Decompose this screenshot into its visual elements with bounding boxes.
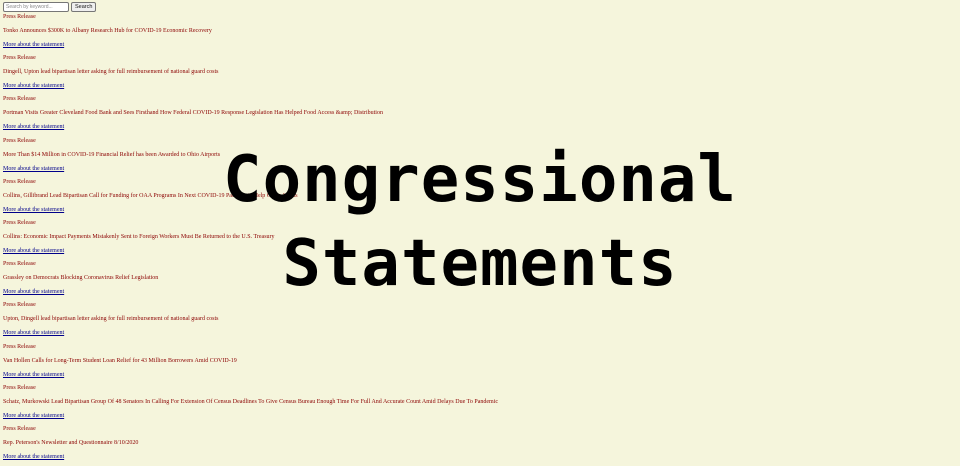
more-about-link[interactable]: More about the statement [3, 412, 64, 420]
more-about-link[interactable]: More about the statement [3, 165, 64, 173]
more-about-link[interactable]: More about the statement [3, 247, 64, 255]
more-about-link[interactable]: More about the statement [3, 329, 64, 337]
search-bar: Search [3, 2, 97, 12]
statement-type: Press Release [3, 96, 36, 103]
list-item: Press Release Upton, Dingell lead bipart… [3, 301, 943, 342]
list-item: Press Release Tonko Announces $300K to A… [3, 13, 943, 54]
statement-title: Upton, Dingell lead bipartisan letter as… [3, 316, 219, 323]
list-item: Press Release Portman Visits Greater Cle… [3, 95, 943, 136]
more-about-link[interactable]: More about the statement [3, 82, 64, 90]
statement-type: Press Release [3, 219, 36, 226]
statement-type: Press Release [3, 302, 36, 309]
statement-title: Tonko Announces $300K to Albany Research… [3, 28, 212, 34]
list-item: Press Release Rep. Peterson's Newsletter… [3, 425, 943, 466]
statement-type: Press Release [3, 425, 36, 432]
statement-title: Collins, Gillibrand Lead Bipartisan Call… [3, 192, 298, 199]
more-about-link[interactable]: More about the statement [3, 123, 64, 131]
list-item: Press Release Collins: Economic Impact P… [3, 219, 943, 260]
statement-title: Collins: Economic Impact Payments Mistak… [3, 233, 275, 240]
statement-title: Rep. Peterson's Newsletter and Questionn… [3, 439, 139, 446]
more-about-link[interactable]: More about the statement [3, 206, 64, 214]
search-input[interactable] [3, 2, 69, 12]
statement-type: Press Release [3, 137, 36, 144]
list-item: Press Release Van Hollen Calls for Long-… [3, 343, 943, 384]
list-item: Press Release More Than $14 Million in C… [3, 137, 943, 178]
statement-title: Schatz, Murkowski Lead Bipartisan Group … [3, 398, 499, 405]
search-button[interactable]: Search [71, 2, 97, 12]
statement-title: Van Hollen Calls for Long-Term Student L… [3, 357, 237, 364]
statement-type: Press Release [3, 178, 36, 185]
list-item: Press Release Schatz, Murkowski Lead Bip… [3, 384, 943, 425]
list-item: Press Release Grassley on Democrats Bloc… [3, 260, 943, 301]
statement-type: Press Release [3, 384, 36, 391]
statement-type: Press Release [3, 343, 36, 350]
statement-title: Grassley on Democrats Blocking Coronavir… [3, 275, 159, 282]
statement-list: Press Release Tonko Announces $300K to A… [3, 13, 943, 466]
statement-title: Portman Visits Greater Cleveland Food Ba… [3, 110, 383, 117]
list-item: Press Release Dingell, Upton lead bipart… [3, 54, 943, 95]
more-about-link[interactable]: More about the statement [3, 371, 64, 379]
more-about-link[interactable]: More about the statement [3, 288, 64, 296]
list-item: Press Release Collins, Gillibrand Lead B… [3, 178, 943, 219]
statement-type: Press Release [3, 14, 36, 20]
statement-title: Dingell, Upton lead bipartisan letter as… [3, 69, 219, 76]
more-about-link[interactable]: More about the statement [3, 41, 64, 49]
statement-type: Press Release [3, 261, 36, 268]
statement-type: Press Release [3, 55, 36, 62]
statement-title: More Than $14 Million in COVID-19 Financ… [3, 151, 221, 158]
more-about-link[interactable]: More about the statement [3, 453, 64, 461]
